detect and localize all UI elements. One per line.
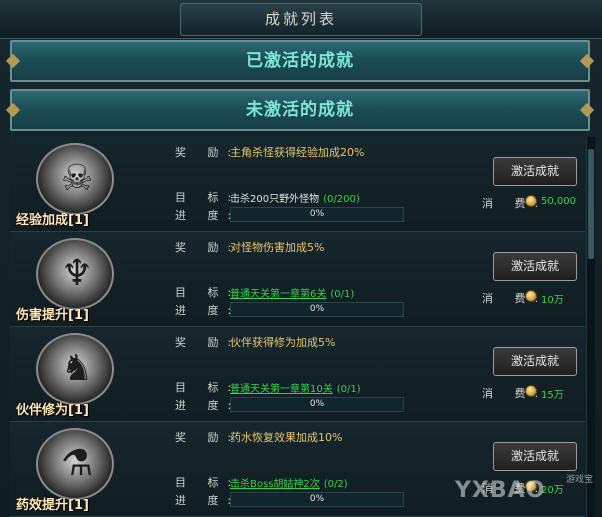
target-description: 击杀Boss胡姑神2次 xyxy=(230,479,320,490)
potion-medal-icon: ⚗ xyxy=(60,443,94,484)
achievement-row: ♆ 伤害提升[1] 奖 励: 对怪物伤害加成5% 目 标: 普通天关第一章第6关… xyxy=(10,232,585,327)
achievement-row: ♞ 伙伴修为[1] 奖 励: 伙伴获得修为加成5% 目 标: 普通天关第一章第1… xyxy=(10,327,585,422)
target-count: (0/2) xyxy=(323,479,348,490)
progress-bar: 0% xyxy=(230,207,404,222)
target-description: 击杀200只野外怪物 xyxy=(230,194,320,205)
cost-value: 15万 xyxy=(541,390,564,401)
achievement-icon: ☠ xyxy=(36,143,116,215)
activated-section-header[interactable]: 已激活的成就 xyxy=(5,40,595,82)
achievement-name: 伤害提升[1] xyxy=(16,308,89,323)
coin-icon xyxy=(525,290,537,302)
reward-text: 对怪物伤害加成5% xyxy=(230,241,325,254)
reward-text: 药水恢复效果加成10% xyxy=(230,431,343,444)
target-count: (0/1) xyxy=(330,289,355,300)
progress-text: 0% xyxy=(309,494,325,504)
progress-text: 0% xyxy=(309,399,325,409)
target-text: 击杀200只野外怪物 (0/200) xyxy=(230,190,360,205)
progress-bar: 0% xyxy=(230,492,404,507)
reward-text: 主角杀怪获得经验加成20% xyxy=(230,146,365,159)
target-link[interactable]: 普通天关第一章第6关 (0/1) xyxy=(230,285,354,300)
medal-badge: ♆ xyxy=(36,238,114,310)
activate-achievement-button[interactable]: 激活成就 xyxy=(493,442,577,471)
target-link[interactable]: 击杀Boss胡姑神2次 (0/2) xyxy=(230,475,348,490)
achievement-icon: ♆ xyxy=(36,238,116,310)
achievement-icon: ♞ xyxy=(36,333,116,405)
cost-label: 消 费: xyxy=(482,387,548,400)
cost-value: 10万 xyxy=(541,295,564,306)
progress-bar: 0% xyxy=(230,302,404,317)
list-scrollbar[interactable] xyxy=(586,137,595,517)
coin-icon xyxy=(525,385,537,397)
medal-badge: ♞ xyxy=(36,333,114,405)
watermark-subtitle: 游戏宝 xyxy=(566,475,594,485)
activated-section-label: 已激活的成就 xyxy=(246,51,354,71)
target-description: 普通天关第一章第10关 xyxy=(230,384,333,395)
medal-badge: ☠ xyxy=(36,143,114,215)
progress-text: 0% xyxy=(309,209,325,219)
title-plate: 成就列表 xyxy=(180,3,422,36)
coin-icon xyxy=(525,195,537,207)
achievement-row: ☠ 经验加成[1] 奖 励: 主角杀怪获得经验加成20% 目 标: 击杀200只… xyxy=(10,137,585,232)
title-bar: 成就列表 xyxy=(0,0,602,39)
reward-text: 伙伴获得修为加成5% xyxy=(230,336,336,349)
cost-label: 消 费: xyxy=(482,292,548,305)
target-description: 普通天关第一章第6关 xyxy=(230,289,327,300)
medal-badge: ⚗ xyxy=(36,428,114,500)
activate-achievement-button[interactable]: 激活成就 xyxy=(493,252,577,281)
target-link[interactable]: 普通天关第一章第10关 (0/1) xyxy=(230,380,361,395)
watermark-logo: YXBAO xyxy=(455,478,546,503)
activate-achievement-button[interactable]: 激活成就 xyxy=(493,157,577,186)
target-count: (0/200) xyxy=(323,194,360,205)
progress-bar: 0% xyxy=(230,397,404,412)
cost-label: 消 费: xyxy=(482,197,548,210)
companion-medal-icon: ♞ xyxy=(60,348,94,389)
window-title: 成就列表 xyxy=(264,10,337,28)
inactive-section-label: 未激活的成就 xyxy=(246,100,354,120)
achievement-window: 成就列表 已激活的成就 未激活的成就 ☠ 经验加成[1] 奖 励: 主角杀怪获得… xyxy=(0,0,602,517)
skull-medal-icon: ☠ xyxy=(60,158,94,199)
achievement-icon: ⚗ xyxy=(36,428,116,500)
achievement-name: 药效提升[1] xyxy=(16,498,89,513)
trident-medal-icon: ♆ xyxy=(60,253,94,294)
inactive-section-header[interactable]: 未激活的成就 xyxy=(5,89,595,131)
activate-achievement-button[interactable]: 激活成就 xyxy=(493,347,577,376)
target-count: (0/1) xyxy=(336,384,361,395)
achievement-list: ☠ 经验加成[1] 奖 励: 主角杀怪获得经验加成20% 目 标: 击杀200只… xyxy=(10,137,585,517)
scrollbar-thumb[interactable] xyxy=(588,149,594,259)
progress-text: 0% xyxy=(309,304,325,314)
achievement-name: 伙伴修为[1] xyxy=(16,403,89,418)
cost-value: 50,000 xyxy=(541,196,576,207)
achievement-name: 经验加成[1] xyxy=(16,213,89,228)
